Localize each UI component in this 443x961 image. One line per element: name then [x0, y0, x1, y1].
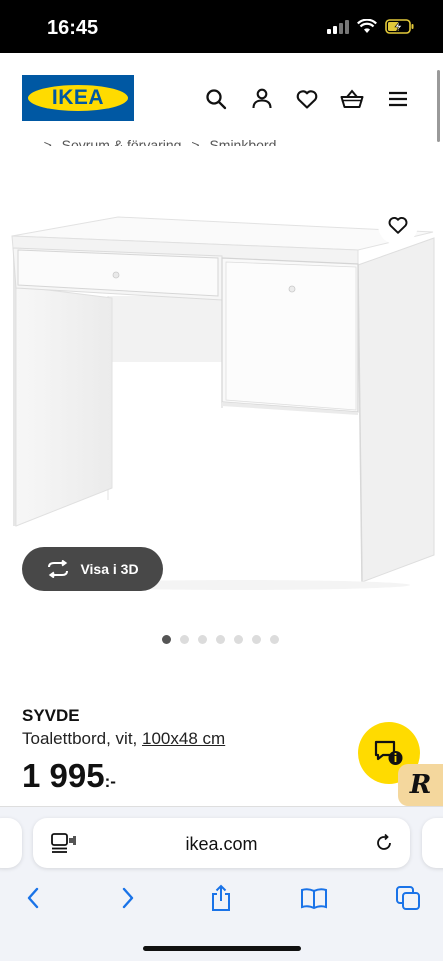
bookmarks-button[interactable]	[299, 883, 329, 913]
book-icon	[301, 888, 327, 910]
price-value: 1 995	[22, 757, 105, 794]
heart-icon	[388, 217, 408, 234]
status-bar: 16:45	[0, 0, 443, 53]
carousel-dot-6[interactable]	[252, 635, 261, 644]
product-dimensions-link[interactable]: 100x48 cm	[142, 729, 225, 748]
carousel-dot-2[interactable]	[180, 635, 189, 644]
status-icons	[327, 19, 415, 34]
breadcrumb-separator: >	[191, 137, 200, 146]
product-image[interactable]	[0, 180, 443, 610]
tabs-icon	[396, 886, 420, 910]
product-type: Toalettbord, vit,	[22, 729, 143, 748]
url-text: ikea.com	[185, 834, 258, 854]
home-indicator[interactable]	[143, 946, 301, 951]
carousel-dot-5[interactable]	[234, 635, 243, 644]
chat-icon	[374, 740, 403, 765]
back-button[interactable]	[18, 883, 48, 913]
reload-icon[interactable]	[374, 833, 394, 853]
rotate-3d-icon	[48, 560, 69, 578]
carousel-dot-1[interactable]	[162, 635, 171, 644]
carousel-dot-7[interactable]	[270, 635, 279, 644]
carousel-dot-3[interactable]	[198, 635, 207, 644]
image-carousel-dots	[162, 635, 279, 644]
chevron-right-icon	[122, 887, 134, 909]
user-icon[interactable]	[250, 87, 274, 111]
cellular-signal-icon	[327, 19, 349, 34]
price-suffix: :-	[104, 772, 116, 791]
previous-tab-preview[interactable]	[0, 818, 22, 868]
battery-charging-icon	[385, 19, 414, 34]
logo-oval: IKEA	[28, 85, 128, 111]
chevron-left-icon	[27, 887, 39, 909]
product-name: SYVDE	[22, 706, 80, 725]
forward-button[interactable]	[113, 883, 143, 913]
menu-icon[interactable]	[386, 87, 410, 111]
search-icon[interactable]	[204, 87, 228, 111]
product-description: Toalettbord, vit, 100x48 cm	[22, 729, 225, 749]
breadcrumb-item-vanity[interactable]: Sminkbord	[209, 137, 276, 146]
favorite-button[interactable]	[378, 205, 418, 245]
browser-toolbar: ikea.com	[0, 806, 443, 961]
heart-icon[interactable]	[295, 87, 319, 111]
ikea-logo[interactable]: IKEA	[22, 75, 134, 121]
next-tab-preview[interactable]	[422, 818, 443, 868]
wifi-icon	[357, 19, 377, 33]
basket-icon[interactable]	[340, 87, 364, 111]
status-time: 16:45	[47, 17, 99, 39]
address-bar[interactable]: ikea.com	[33, 818, 410, 868]
breadcrumb-separator: >	[43, 137, 52, 146]
logo-text: IKEA	[51, 86, 105, 109]
scroll-indicator	[437, 70, 440, 142]
tabs-button[interactable]	[393, 883, 423, 913]
breadcrumb-item-bedroom[interactable]: Sovrum & förvaring	[62, 137, 182, 146]
breadcrumb-ellipsis[interactable]: ...	[22, 137, 34, 146]
view-in-3d-button[interactable]: Visa i 3D	[22, 547, 163, 591]
extension-badge[interactable]: R	[398, 764, 443, 806]
share-icon	[212, 884, 230, 911]
product-price: 1 995:-	[22, 757, 116, 795]
carousel-dot-4[interactable]	[216, 635, 225, 644]
view-in-3d-label: Visa i 3D	[80, 561, 139, 577]
share-button[interactable]	[206, 883, 236, 913]
breadcrumb: ... > Sovrum & förvaring > Sminkbord	[22, 132, 282, 146]
